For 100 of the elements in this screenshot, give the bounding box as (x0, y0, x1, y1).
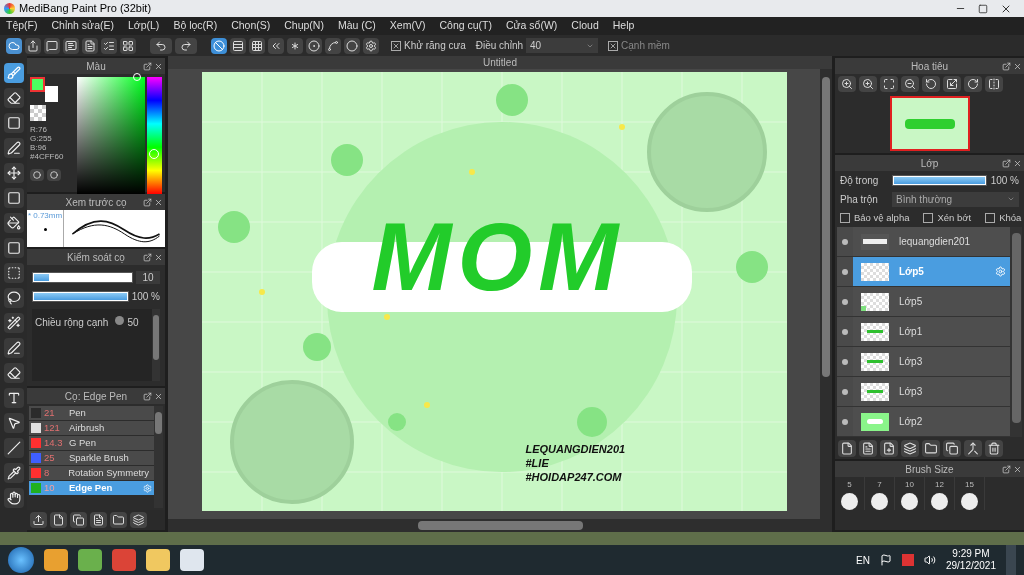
layer-row[interactable]: Lớp5 (853, 287, 1010, 316)
tool-icon[interactable] (3, 488, 24, 508)
navigator-icon[interactable] (901, 76, 919, 92)
clock-time[interactable]: 9:29 PM (952, 548, 990, 560)
background-swatch[interactable] (45, 86, 58, 102)
close-icon[interactable] (154, 197, 163, 207)
checkbox[interactable] (608, 40, 619, 51)
tool-icon[interactable] (3, 138, 24, 158)
tool-icon[interactable] (3, 338, 24, 358)
undock-icon[interactable] (143, 197, 152, 207)
undock-icon[interactable] (143, 391, 152, 401)
correction-dropdown[interactable]: 40 (526, 38, 599, 53)
layer-action-icon[interactable] (943, 439, 961, 457)
toolbar-icon[interactable] (120, 37, 136, 54)
tool-icon[interactable] (3, 263, 24, 283)
menu-item[interactable]: Công cụ(T) (439, 18, 492, 34)
brush-action-icon[interactable] (130, 512, 147, 528)
layer-action-icon[interactable] (901, 439, 919, 457)
close-icon[interactable] (1013, 464, 1022, 474)
vertical-scrollbar[interactable] (820, 69, 832, 519)
close-icon[interactable] (154, 61, 163, 71)
knob-icon[interactable] (115, 316, 125, 325)
checkbox[interactable] (923, 213, 934, 223)
caret-icon[interactable] (1007, 195, 1015, 203)
snap-icon[interactable] (249, 37, 265, 54)
brush-item[interactable]: 8 Rotation Symmetry (29, 466, 154, 480)
slider-track[interactable] (32, 272, 133, 283)
snap-icon[interactable] (211, 37, 227, 54)
menu-item[interactable]: Cửa sổ(W) (505, 18, 558, 34)
undock-icon[interactable] (143, 61, 152, 71)
navigator-icon[interactable] (880, 76, 898, 92)
taskbar-app-icon[interactable] (146, 549, 170, 571)
speaker-icon[interactable] (923, 554, 936, 566)
size-swatch[interactable] (931, 493, 948, 510)
layer-row[interactable]: Lớp3 (853, 377, 1010, 406)
taskbar-app-icon[interactable] (112, 549, 136, 571)
scrollbar[interactable] (154, 406, 163, 508)
menu-item[interactable]: Chỉnh sửa(E) (51, 18, 114, 34)
navigator-icon[interactable] (922, 76, 940, 92)
clock-date[interactable]: 29/12/2021 (945, 560, 996, 572)
canvas-tab[interactable]: Untitled (168, 56, 832, 69)
undock-icon[interactable] (1002, 464, 1011, 474)
layer-row[interactable]: Lớp2 (853, 407, 1010, 436)
navigator-thumbnail[interactable] (889, 96, 970, 151)
tool-icon[interactable] (3, 313, 24, 333)
close-icon[interactable] (1013, 61, 1022, 71)
size-swatch[interactable] (841, 493, 858, 510)
redo-icon[interactable] (175, 37, 197, 54)
snap-icon[interactable] (230, 37, 246, 54)
value-field[interactable]: 10 (136, 271, 160, 284)
horizontal-scrollbar[interactable] (168, 519, 832, 532)
layer-action-icon[interactable] (964, 439, 982, 457)
checkbox[interactable] (391, 40, 401, 51)
brush-action-icon[interactable] (50, 512, 67, 528)
tool-icon[interactable] (3, 63, 24, 83)
undo-icon[interactable] (150, 37, 172, 54)
hue-bar[interactable] (147, 77, 162, 194)
brush-item[interactable]: 121 Airbrush (29, 421, 154, 435)
tool-icon[interactable] (3, 438, 24, 458)
size-swatch[interactable] (961, 493, 978, 510)
tool-icon[interactable] (3, 388, 24, 408)
tool-icon[interactable] (3, 463, 24, 483)
tool-icon[interactable] (3, 88, 24, 108)
size-swatch[interactable] (901, 493, 918, 510)
menu-item[interactable]: Chọn(S) (231, 18, 271, 34)
flag-icon[interactable] (879, 554, 892, 566)
toolbar-icon[interactable] (63, 37, 79, 54)
layer-action-icon[interactable] (985, 439, 1003, 457)
checkbox[interactable] (840, 213, 850, 223)
foreground-swatch[interactable] (30, 77, 45, 92)
navigator-icon[interactable] (943, 76, 961, 92)
layer-action-icon[interactable] (859, 439, 877, 457)
tool-icon[interactable] (3, 113, 24, 133)
toolbar-icon[interactable] (101, 37, 117, 54)
layer-row[interactable]: Lớp3 (853, 347, 1010, 376)
layer-action-icon[interactable] (838, 439, 856, 457)
layer-action-icon[interactable] (880, 439, 898, 457)
transparent-swatch[interactable] (30, 105, 46, 121)
layer-row[interactable]: Lớp1 (853, 317, 1010, 346)
checkbox[interactable] (985, 213, 996, 223)
menu-item[interactable]: Chụp(N) (284, 18, 324, 34)
close-icon[interactable] (154, 252, 163, 262)
tool-icon[interactable] (3, 413, 24, 433)
snap-icon[interactable] (306, 37, 322, 54)
blend-dropdown[interactable]: Bình thường (892, 191, 1019, 207)
maximize-icon[interactable] (978, 3, 988, 14)
menu-item[interactable]: Cloud (571, 18, 599, 34)
size-swatch[interactable] (871, 493, 888, 510)
menu-item[interactable]: Lớp(L) (127, 18, 160, 34)
tool-icon[interactable] (3, 163, 24, 183)
menu-item[interactable]: Bộ lọc(R) (173, 18, 218, 34)
close-icon[interactable] (154, 391, 163, 401)
navigator-icon[interactable] (859, 76, 877, 92)
taskbar-app-icon[interactable] (78, 549, 102, 571)
taskbar-app-icon[interactable] (180, 549, 204, 571)
snap-icon[interactable] (268, 37, 284, 54)
tool-icon[interactable] (3, 363, 24, 383)
close-icon[interactable] (1013, 158, 1022, 168)
palette-icon[interactable] (30, 169, 44, 181)
brush-item[interactable]: 14.3 G Pen (29, 436, 154, 450)
